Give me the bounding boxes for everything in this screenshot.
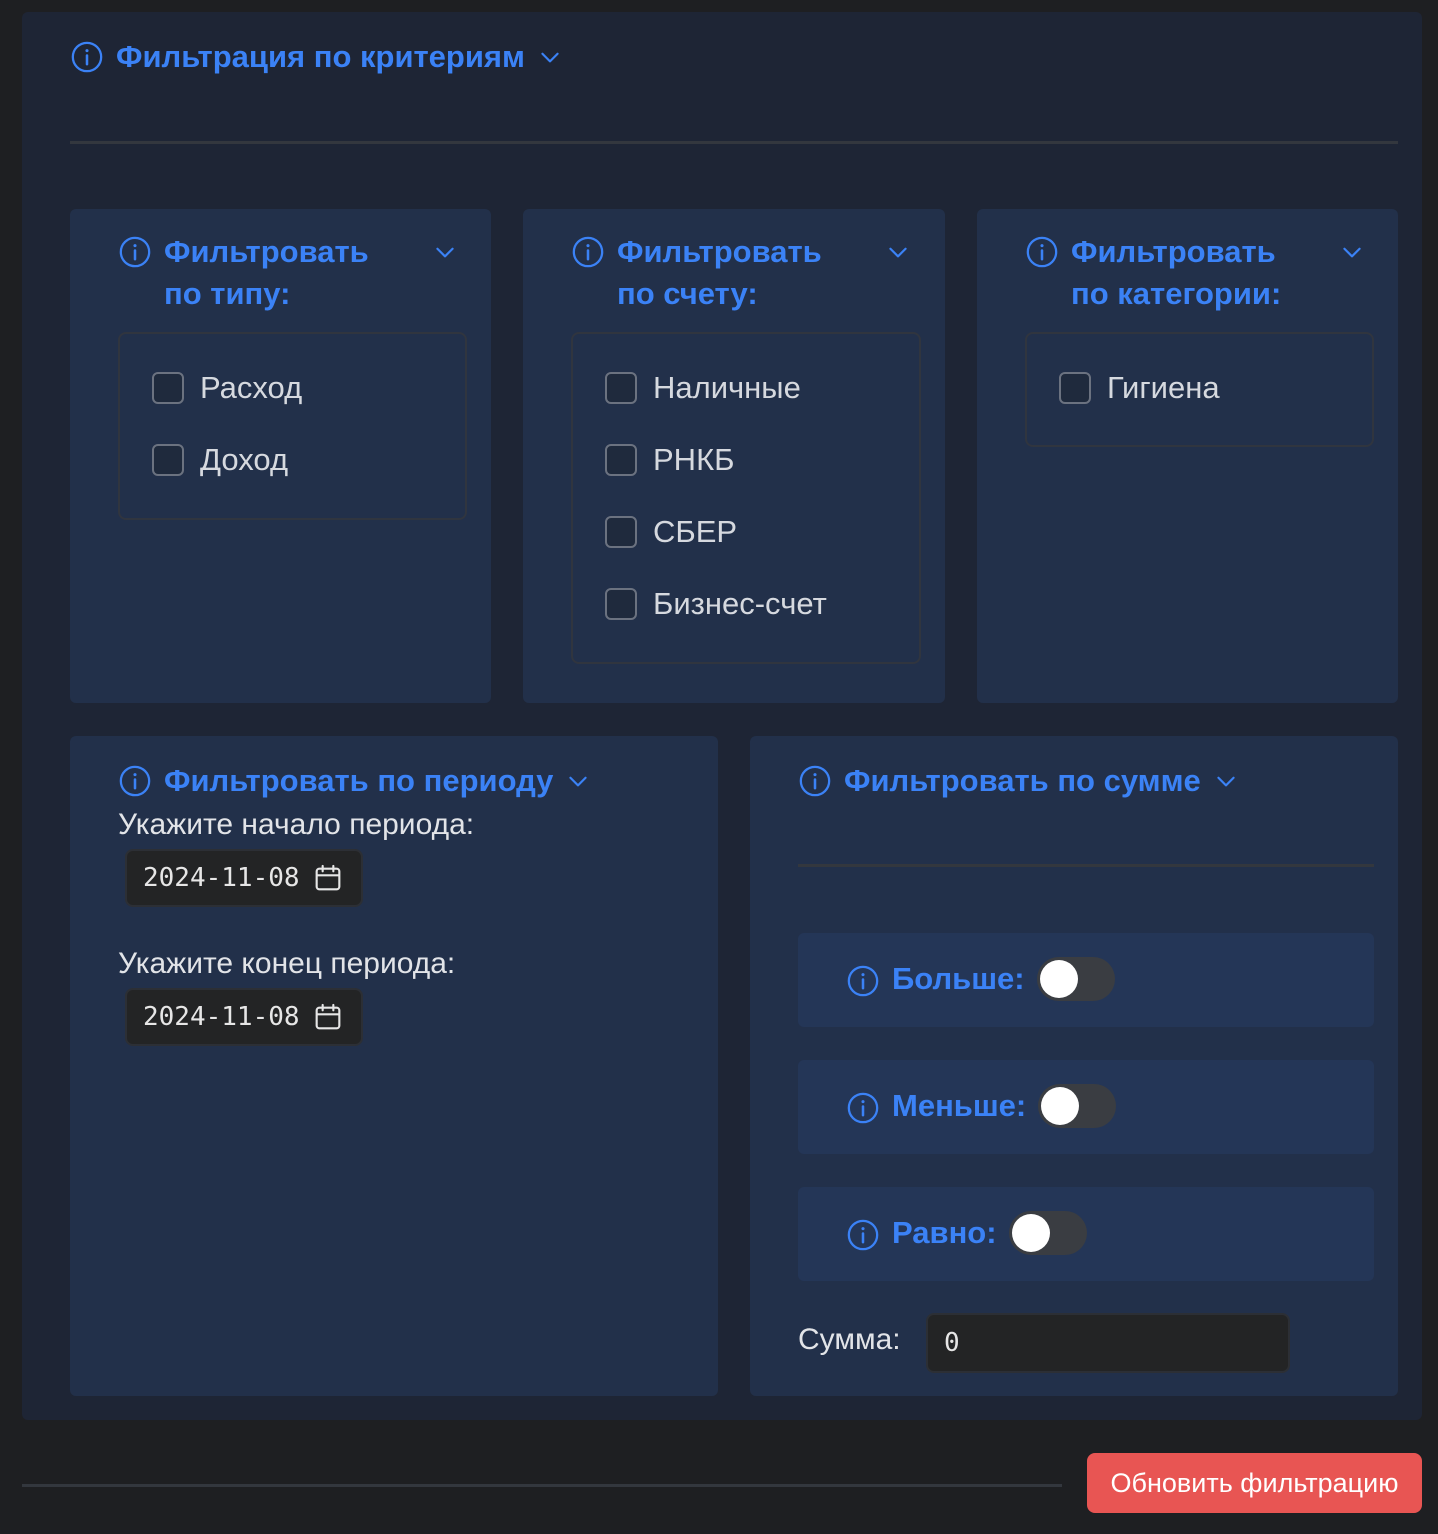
period-filter-card: Фильтровать по периоду Укажите начало пе…: [70, 736, 718, 1396]
period-start-label: Укажите начало периода:: [118, 808, 475, 841]
type-option-income[interactable]: Доход: [152, 442, 288, 478]
less-toggle-row[interactable]: Меньше:: [846, 1084, 1117, 1128]
checkbox[interactable]: [605, 372, 637, 404]
category-filter-header[interactable]: Фильтровать по категории:: [1025, 231, 1365, 315]
criteria-filter-title: Фильтрация по критериям: [116, 39, 525, 74]
account-filter-title-line2: по счету:: [617, 276, 758, 311]
period-start-input[interactable]: 2024-11-08: [125, 849, 363, 907]
period-end-label: Укажите конец периода:: [118, 947, 456, 980]
toggle-knob: [1011, 1214, 1050, 1252]
greater-label: Больше:: [892, 961, 1025, 996]
category-option-hygiene[interactable]: Гигиена: [1059, 370, 1220, 406]
sum-label: Сумма:: [798, 1323, 901, 1356]
info-icon[interactable]: [70, 40, 104, 74]
greater-toggle[interactable]: [1036, 957, 1115, 1001]
period-filter-header[interactable]: Фильтровать по периоду: [118, 760, 591, 802]
toggle-knob: [1039, 960, 1078, 998]
account-option-rnkb[interactable]: РНКБ: [605, 442, 734, 478]
checkbox[interactable]: [152, 444, 184, 476]
category-filter-card: Фильтровать по категории: Гигиена: [977, 209, 1398, 703]
checkbox[interactable]: [605, 516, 637, 548]
chevron-down-icon[interactable]: [1213, 768, 1239, 794]
less-label: Меньше:: [892, 1088, 1027, 1123]
info-icon[interactable]: [571, 235, 605, 269]
calendar-icon[interactable]: [312, 1001, 344, 1033]
account-filter-header[interactable]: Фильтровать по счету:: [571, 231, 911, 315]
chevron-down-icon[interactable]: [537, 44, 563, 70]
chevron-down-icon[interactable]: [432, 239, 458, 265]
category-filter-title-line2: по категории:: [1071, 276, 1282, 311]
calendar-icon[interactable]: [312, 862, 344, 894]
type-filter-card: Фильтровать по типу: Расход Доход: [70, 209, 491, 703]
info-icon[interactable]: [118, 235, 152, 269]
account-option-cash[interactable]: Наличные: [605, 370, 801, 406]
info-icon[interactable]: [846, 964, 880, 998]
account-option-business[interactable]: Бизнес-счет: [605, 586, 827, 622]
equal-toggle-row[interactable]: Равно:: [846, 1211, 1087, 1255]
account-filter-card: Фильтровать по счету: Наличные РНКБ СБЕР…: [523, 209, 945, 703]
sum-divider: [798, 864, 1374, 867]
type-filter-title: Фильтровать по типу:: [164, 231, 420, 315]
sum-filter-title: Фильтровать по сумме: [844, 763, 1201, 798]
checkbox[interactable]: [605, 444, 637, 476]
criteria-filter-panel: Фильтрация по критериям Фильтровать по т…: [22, 12, 1422, 1420]
type-filter-title-line1: Фильтровать: [164, 234, 369, 269]
header-divider: [70, 141, 1398, 144]
account-filter-title-line1: Фильтровать: [617, 234, 822, 269]
sum-filter-card: Фильтровать по сумме Больше: Меньше: Рав…: [750, 736, 1398, 1396]
checkbox[interactable]: [605, 588, 637, 620]
checkbox[interactable]: [152, 372, 184, 404]
type-options-box: Расход Доход: [118, 332, 467, 520]
sum-input[interactable]: 0: [926, 1313, 1290, 1373]
chevron-down-icon[interactable]: [885, 239, 911, 265]
sum-value: 0: [944, 1328, 960, 1358]
chevron-down-icon[interactable]: [565, 768, 591, 794]
option-label: Расход: [200, 370, 303, 405]
sum-filter-header[interactable]: Фильтровать по сумме: [798, 760, 1239, 802]
account-option-sber[interactable]: СБЕР: [605, 514, 737, 550]
footer-divider: [22, 1484, 1062, 1487]
category-filter-title: Фильтровать по категории:: [1071, 231, 1327, 315]
category-options-box: Гигиена: [1025, 332, 1374, 447]
less-card: Меньше:: [798, 1060, 1374, 1154]
type-filter-header[interactable]: Фильтровать по типу:: [118, 231, 458, 315]
account-filter-title: Фильтровать по счету:: [617, 231, 873, 315]
equal-label: Равно:: [892, 1215, 997, 1250]
info-icon[interactable]: [798, 764, 832, 798]
period-end-input[interactable]: 2024-11-08: [125, 988, 363, 1046]
option-label: Гигиена: [1107, 370, 1220, 405]
chevron-down-icon[interactable]: [1339, 239, 1365, 265]
account-options-box: Наличные РНКБ СБЕР Бизнес-счет: [571, 332, 921, 664]
info-icon[interactable]: [846, 1091, 880, 1125]
equal-toggle[interactable]: [1008, 1211, 1087, 1255]
greater-card: Больше:: [798, 933, 1374, 1027]
equal-card: Равно:: [798, 1187, 1374, 1281]
date-value: 2024-11-08: [143, 863, 300, 893]
option-label: Наличные: [653, 370, 801, 405]
date-value: 2024-11-08: [143, 1002, 300, 1032]
update-filter-button[interactable]: Обновить фильтрацию: [1087, 1453, 1422, 1513]
period-filter-title: Фильтровать по периоду: [164, 763, 554, 798]
criteria-filter-header[interactable]: Фильтрация по критериям: [70, 36, 563, 78]
info-icon[interactable]: [1025, 235, 1059, 269]
type-option-expense[interactable]: Расход: [152, 370, 302, 406]
option-label: СБЕР: [653, 514, 738, 549]
info-icon[interactable]: [846, 1218, 880, 1252]
option-label: РНКБ: [653, 442, 735, 477]
type-filter-title-line2: по типу:: [164, 276, 291, 311]
greater-toggle-row[interactable]: Больше:: [846, 957, 1115, 1001]
less-toggle[interactable]: [1038, 1084, 1117, 1128]
checkbox[interactable]: [1059, 372, 1091, 404]
info-icon[interactable]: [118, 764, 152, 798]
category-filter-title-line1: Фильтровать: [1071, 234, 1276, 269]
option-label: Доход: [200, 442, 289, 477]
option-label: Бизнес-счет: [653, 586, 827, 621]
toggle-knob: [1041, 1087, 1080, 1125]
